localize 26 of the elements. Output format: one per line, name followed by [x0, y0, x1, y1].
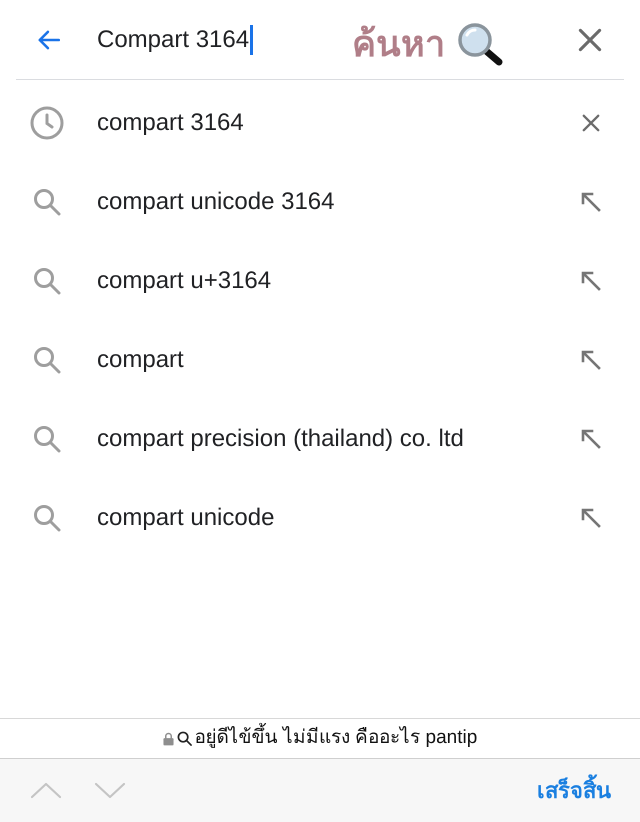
magnifying-glass-icon [457, 22, 503, 66]
suggestion-text[interactable]: compart unicode 3164 [97, 184, 334, 220]
arrow-up-left-icon[interactable] [581, 508, 601, 528]
text-cursor-icon [250, 24, 254, 54]
arrow-up-left-icon[interactable] [581, 270, 601, 290]
suggestion-text[interactable]: compart [97, 342, 184, 378]
arrow-up-left-icon[interactable] [581, 428, 601, 448]
close-icon[interactable] [578, 28, 602, 52]
search-icon [33, 424, 61, 452]
search-icon [33, 346, 61, 374]
done-button[interactable]: เสร็จสิ้น [537, 774, 611, 807]
clock-icon [30, 106, 64, 140]
search-icon [33, 188, 61, 216]
suggestion-text[interactable]: compart unicode [97, 500, 274, 536]
search-icon [176, 731, 192, 746]
suggestion-text[interactable]: compart precision (thailand) co. ltd [97, 420, 464, 456]
address-text[interactable]: อยู่ดีไข้ขึ้น ไม่มีแรง คืออะไร pantip [194, 724, 478, 753]
search-icon [33, 266, 61, 294]
search-field[interactable]: Compart 3164 [97, 20, 254, 60]
search-icon [33, 504, 61, 532]
annotation-text: ค้นหา [352, 26, 445, 62]
suggestion-text[interactable]: compart 3164 [97, 104, 244, 140]
suggestion-text[interactable]: compart u+3164 [97, 262, 272, 298]
arrow-up-left-icon[interactable] [581, 192, 601, 212]
arrow-up-left-icon[interactable] [581, 350, 601, 370]
remove-icon[interactable] [582, 114, 600, 132]
